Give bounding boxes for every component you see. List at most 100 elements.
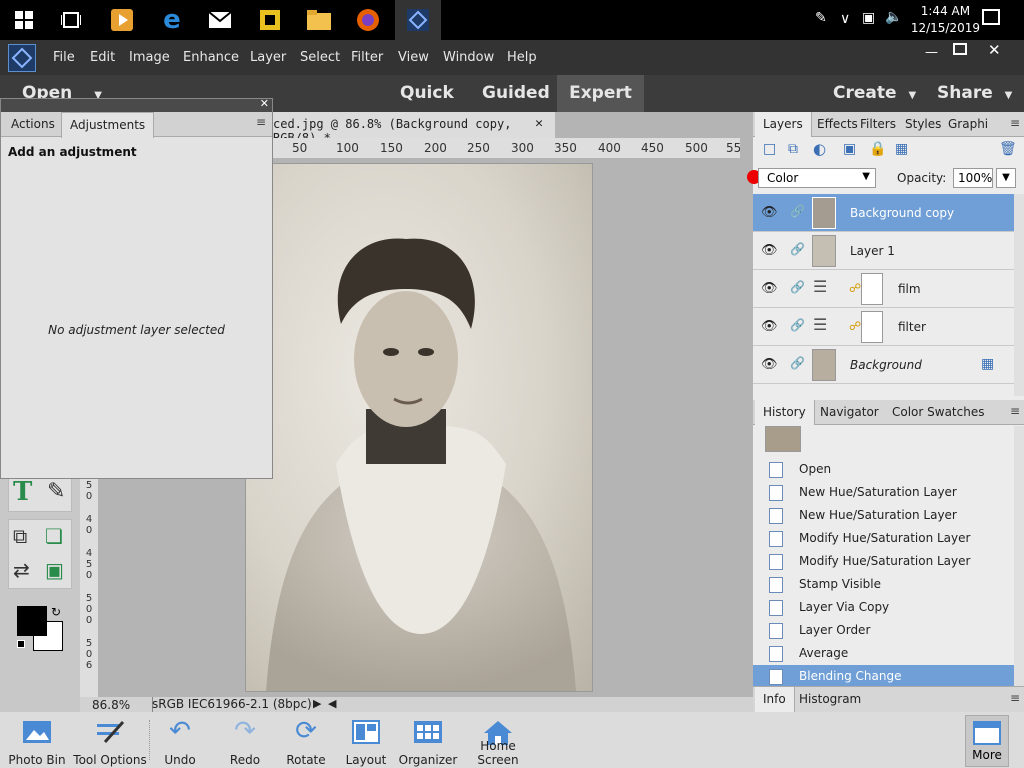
volume-icon[interactable]: 🔈 xyxy=(885,9,902,25)
tab-guided[interactable]: Guided xyxy=(482,75,550,112)
home-screen-button[interactable]: Home Screen xyxy=(458,712,538,768)
tab-adjustments[interactable]: Adjustments xyxy=(61,112,155,138)
create-button[interactable]: Create ▼ xyxy=(833,75,916,112)
zoom-level[interactable]: 86.8% xyxy=(92,698,130,712)
visibility-eye-icon[interactable]: 👁 xyxy=(761,319,778,334)
chevron-up-icon[interactable]: ∨ xyxy=(840,11,850,27)
history-menu-icon[interactable]: ≡ xyxy=(1010,404,1020,418)
history-item[interactable]: Layer Order xyxy=(753,619,1014,642)
type-tool-icon[interactable]: T xyxy=(13,477,32,507)
notifications-icon[interactable] xyxy=(982,9,1000,25)
history-item[interactable]: Open xyxy=(753,458,1014,481)
task-view-icon[interactable] xyxy=(57,6,85,34)
new-group-icon[interactable]: ⧉ xyxy=(788,141,798,157)
tab-expert[interactable]: Expert xyxy=(557,75,644,112)
restore-button[interactable] xyxy=(953,43,967,55)
crop-tool-icon[interactable]: ⧉ xyxy=(13,524,27,548)
visibility-eye-icon[interactable]: 👁 xyxy=(761,357,778,372)
history-item[interactable]: Blending Change xyxy=(753,665,1014,688)
status-menu-icon[interactable]: ▶ xyxy=(313,697,321,710)
link-icon[interactable]: 🔗 xyxy=(790,204,805,218)
content-aware-move-icon[interactable]: ⇄ xyxy=(13,558,30,582)
menu-filter[interactable]: Filter xyxy=(351,50,383,65)
recompose-tool-icon[interactable]: ❏ xyxy=(45,524,63,548)
layer-row[interactable]: 👁 🔗 Background ▦ xyxy=(753,346,1014,384)
elements-icon[interactable] xyxy=(395,0,441,40)
mail-icon[interactable] xyxy=(206,6,234,34)
history-item[interactable]: New Hue/Saturation Layer xyxy=(753,504,1014,527)
photo-canvas[interactable] xyxy=(245,163,593,692)
layer-row[interactable]: 👁 🔗 Background copy xyxy=(753,194,1014,232)
link-icon[interactable]: 🔗 xyxy=(790,318,805,332)
panel-menu-icon[interactable]: ≡ xyxy=(256,115,266,129)
more-button[interactable]: More xyxy=(965,715,1009,767)
photo-bin-button[interactable]: Photo Bin xyxy=(0,712,77,768)
info-menu-icon[interactable]: ≡ xyxy=(1010,691,1020,705)
history-item[interactable]: Stamp Visible xyxy=(753,573,1014,596)
layer-row[interactable]: 👁 🔗 ☰ ☍ filter xyxy=(753,308,1014,346)
link-icon[interactable]: 🔗 xyxy=(790,280,805,294)
puzzle-icon[interactable] xyxy=(256,6,284,34)
tab-navigator[interactable]: Navigator xyxy=(812,400,887,425)
visibility-eye-icon[interactable]: 👁 xyxy=(761,281,778,296)
share-button[interactable]: Share ▼ xyxy=(937,75,1012,112)
menu-image[interactable]: Image xyxy=(129,50,170,65)
link-icon[interactable]: 🔗 xyxy=(790,356,805,370)
default-colors-icon[interactable] xyxy=(17,640,25,648)
straighten-tool-icon[interactable]: ▣ xyxy=(45,558,64,582)
menu-window[interactable]: Window xyxy=(443,50,494,65)
tool-options-button[interactable]: Tool Options xyxy=(70,712,150,768)
lock-icon[interactable]: 🔒 xyxy=(869,141,886,157)
mask-icon[interactable]: ▣ xyxy=(843,141,856,157)
menu-help[interactable]: Help xyxy=(507,50,537,65)
scroll-left-icon[interactable]: ◀ xyxy=(328,697,336,710)
history-scrollbar[interactable] xyxy=(1014,426,1024,688)
layer-row[interactable]: 👁 🔗 Layer 1 xyxy=(753,232,1014,270)
edge-icon[interactable]: e xyxy=(158,5,186,35)
document-tab[interactable]: ced.jpg @ 86.8% (Background copy, RGB/8)… xyxy=(255,112,555,145)
menu-select[interactable]: Select xyxy=(300,50,340,65)
panel-close-icon[interactable]: ✕ xyxy=(260,97,269,110)
clock[interactable]: 1:44 AM 12/15/2019 xyxy=(911,3,980,37)
network-icon[interactable]: ▣ xyxy=(862,10,875,26)
layer-row[interactable]: 👁 🔗 ☰ ☍ film xyxy=(753,270,1014,308)
close-button[interactable]: ✕ xyxy=(988,41,1001,59)
layers-menu-icon[interactable]: ≡ xyxy=(1010,116,1020,130)
opacity-input[interactable]: 100% xyxy=(953,168,993,188)
new-layer-icon[interactable]: □ xyxy=(763,141,776,157)
tab-quick[interactable]: Quick xyxy=(400,75,454,112)
windows-start-icon[interactable] xyxy=(10,6,38,34)
menu-layer[interactable]: Layer xyxy=(250,50,286,65)
tab-graphics[interactable]: Graphi xyxy=(940,112,996,137)
visibility-eye-icon[interactable]: 👁 xyxy=(761,243,778,258)
opacity-dropdown-icon[interactable]: ▼ xyxy=(996,168,1016,188)
firefox-icon[interactable] xyxy=(354,6,382,34)
tab-color-swatches[interactable]: Color Swatches xyxy=(884,400,992,425)
history-item[interactable]: Modify Hue/Saturation Layer xyxy=(753,527,1014,550)
history-snapshot-thumbnail[interactable] xyxy=(765,426,801,452)
history-item[interactable]: New Hue/Saturation Layer xyxy=(753,481,1014,504)
pencil-tool-icon[interactable]: ✎ xyxy=(47,479,65,504)
tab-actions[interactable]: Actions xyxy=(3,112,63,137)
adjustment-layer-icon[interactable]: ◐ xyxy=(813,140,826,158)
swap-colors-icon[interactable]: ↻ xyxy=(51,605,61,619)
link-icon[interactable]: 🔗 xyxy=(790,242,805,256)
menu-view[interactable]: View xyxy=(398,50,429,65)
blend-mode-select[interactable]: Color ▼ xyxy=(758,168,876,188)
panel-titlebar[interactable]: ✕ xyxy=(1,97,272,112)
tab-history[interactable]: History xyxy=(755,400,815,425)
close-document-icon[interactable]: ✕ xyxy=(535,116,543,131)
layers-scrollbar[interactable] xyxy=(1014,194,1024,396)
trash-icon[interactable]: 🗑 xyxy=(999,141,1017,157)
tab-layers[interactable]: Layers xyxy=(755,112,812,137)
media-player-icon[interactable] xyxy=(108,6,136,34)
foreground-color-swatch[interactable] xyxy=(17,606,47,636)
menu-edit[interactable]: Edit xyxy=(90,50,115,65)
history-item[interactable]: Average xyxy=(753,642,1014,665)
ruler-horizontal[interactable]: 50 100 150 200 250 300 350 400 450 500 5… xyxy=(272,138,740,158)
menu-enhance[interactable]: Enhance xyxy=(183,50,239,65)
menu-file[interactable]: File xyxy=(53,50,75,65)
history-item[interactable]: Layer Via Copy xyxy=(753,596,1014,619)
minimize-button[interactable]: — xyxy=(925,45,938,60)
history-item[interactable]: Modify Hue/Saturation Layer xyxy=(753,550,1014,573)
